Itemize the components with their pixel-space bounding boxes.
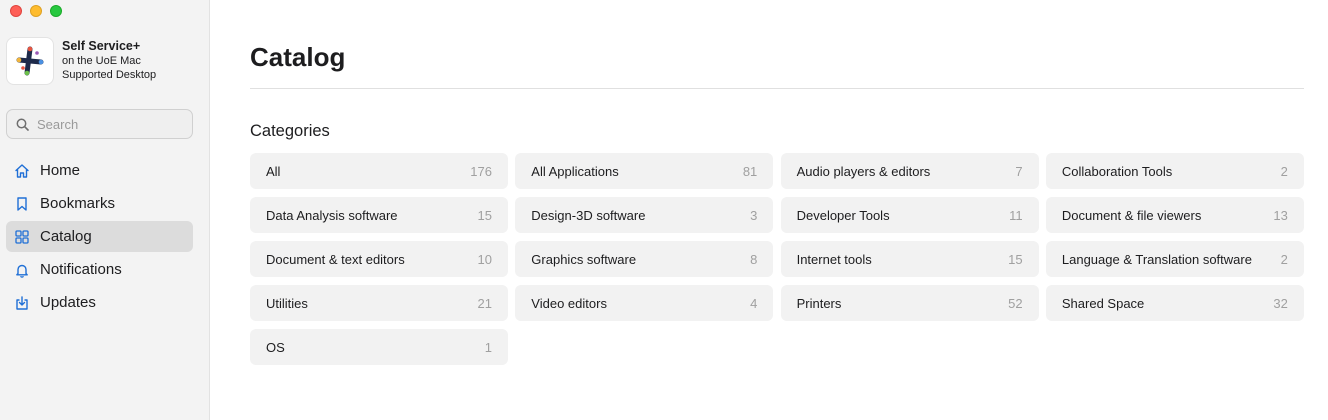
plus-logo-icon	[16, 46, 44, 76]
sidebar-item-label: Bookmarks	[40, 195, 116, 212]
zoom-window-button[interactable]	[50, 5, 62, 17]
sidebar-item-updates[interactable]: Updates	[6, 287, 193, 318]
category-name: Language & Translation software	[1061, 251, 1252, 267]
category-tile[interactable]: Language & Translation software 2	[1045, 241, 1304, 277]
category-tile[interactable]: Audio players & editors 7	[780, 153, 1039, 189]
grid-icon	[14, 229, 30, 245]
category-count: 21	[477, 295, 492, 311]
sidebar-item-home[interactable]: Home	[6, 155, 193, 186]
category-tile[interactable]: Document & text editors 10	[250, 241, 508, 277]
category-count: 176	[470, 163, 492, 179]
category-count: 10	[477, 251, 492, 267]
category-name: Utilities	[266, 295, 308, 311]
category-tile[interactable]: Shared Space 32	[1045, 285, 1304, 321]
category-count: 8	[750, 251, 758, 267]
category-tile[interactable]: Developer Tools 11	[780, 197, 1039, 233]
category-count: 52	[1008, 295, 1023, 311]
category-count: 3	[750, 207, 758, 223]
sidebar-item-label: Notifications	[40, 261, 122, 278]
category-tile[interactable]: Utilities 21	[250, 285, 508, 321]
search-box[interactable]	[6, 109, 193, 139]
categories-heading: Categories	[250, 122, 330, 140]
download-icon	[14, 295, 30, 311]
search-input[interactable]	[37, 116, 187, 132]
sidebar: Self Service+ on the UoE Mac Supported D…	[0, 0, 210, 420]
category-count: 32	[1273, 295, 1288, 311]
category-count: 11	[1009, 207, 1023, 223]
close-window-button[interactable]	[10, 5, 22, 17]
categories-grid: All 176 All Applications 81 Audio players …	[250, 153, 1304, 365]
category-tile[interactable]: Document & file viewers 13	[1045, 197, 1304, 233]
category-count: 15	[1008, 251, 1023, 267]
category-name: OS	[266, 339, 285, 355]
category-name: Collaboration Tools	[1061, 163, 1173, 179]
divider	[250, 88, 1304, 89]
sidebar-item-label: Updates	[40, 294, 96, 311]
sidebar-item-catalog[interactable]: Catalog	[6, 221, 193, 252]
category-tile[interactable]: Printers 52	[780, 285, 1039, 321]
category-tile[interactable]: Video editors 4	[515, 285, 774, 321]
app-subtitle-line2: Supported Desktop	[62, 69, 157, 81]
sidebar-item-label: Catalog	[40, 228, 92, 245]
home-icon	[14, 163, 30, 179]
search-icon	[16, 118, 29, 131]
category-name: Document & file viewers	[1061, 207, 1202, 223]
category-tile[interactable]: All 176	[250, 153, 508, 189]
category-count: 4	[750, 295, 758, 311]
category-count: 2	[1280, 251, 1288, 267]
category-name: Shared Space	[1061, 295, 1145, 311]
app-name: Self Service+	[62, 39, 141, 53]
category-name: All	[266, 163, 281, 179]
app-header: Self Service+ on the UoE Mac Supported D…	[6, 37, 156, 85]
sidebar-item-bookmarks[interactable]: Bookmarks	[6, 188, 193, 219]
sidebar-item-notifications[interactable]: Notifications	[6, 254, 193, 285]
category-name: All Applications	[531, 163, 619, 179]
category-name: Audio players & editors	[796, 163, 931, 179]
app-logo	[6, 37, 54, 85]
category-name: Design-3D software	[531, 207, 646, 223]
category-count: 1	[484, 339, 492, 355]
category-name: Data Analysis software	[266, 207, 398, 223]
category-count: 7	[1015, 163, 1023, 179]
category-tile[interactable]: Data Analysis software 15	[250, 197, 508, 233]
minimize-window-button[interactable]	[30, 5, 42, 17]
category-name: Video editors	[531, 295, 607, 311]
category-tile[interactable]: Internet tools 15	[780, 241, 1039, 277]
category-tile[interactable]: OS 1	[250, 329, 508, 365]
category-count: 2	[1280, 163, 1288, 179]
category-tile[interactable]: All Applications 81	[515, 153, 774, 189]
app-subtitle-line1: on the UoE Mac	[62, 55, 141, 67]
category-count: 13	[1273, 207, 1288, 223]
category-name: Graphics software	[531, 251, 637, 267]
category-tile[interactable]: Collaboration Tools 2	[1045, 153, 1304, 189]
bell-icon	[14, 262, 30, 278]
category-name: Document & text editors	[266, 251, 405, 267]
category-name: Printers	[796, 295, 842, 311]
category-name: Developer Tools	[796, 207, 890, 223]
page-title: Catalog	[250, 42, 346, 72]
category-tile[interactable]: Graphics software 8	[515, 241, 774, 277]
category-tile[interactable]: Design-3D software 3	[515, 197, 774, 233]
category-count: 81	[742, 163, 758, 179]
category-name: Internet tools	[796, 251, 872, 267]
window-controls	[10, 5, 62, 17]
bookmark-icon	[14, 196, 30, 212]
sidebar-nav: Home Bookmarks Catalog Notifications Upd…	[6, 155, 193, 320]
sidebar-item-label: Home	[40, 162, 81, 179]
category-count: 15	[477, 207, 492, 223]
